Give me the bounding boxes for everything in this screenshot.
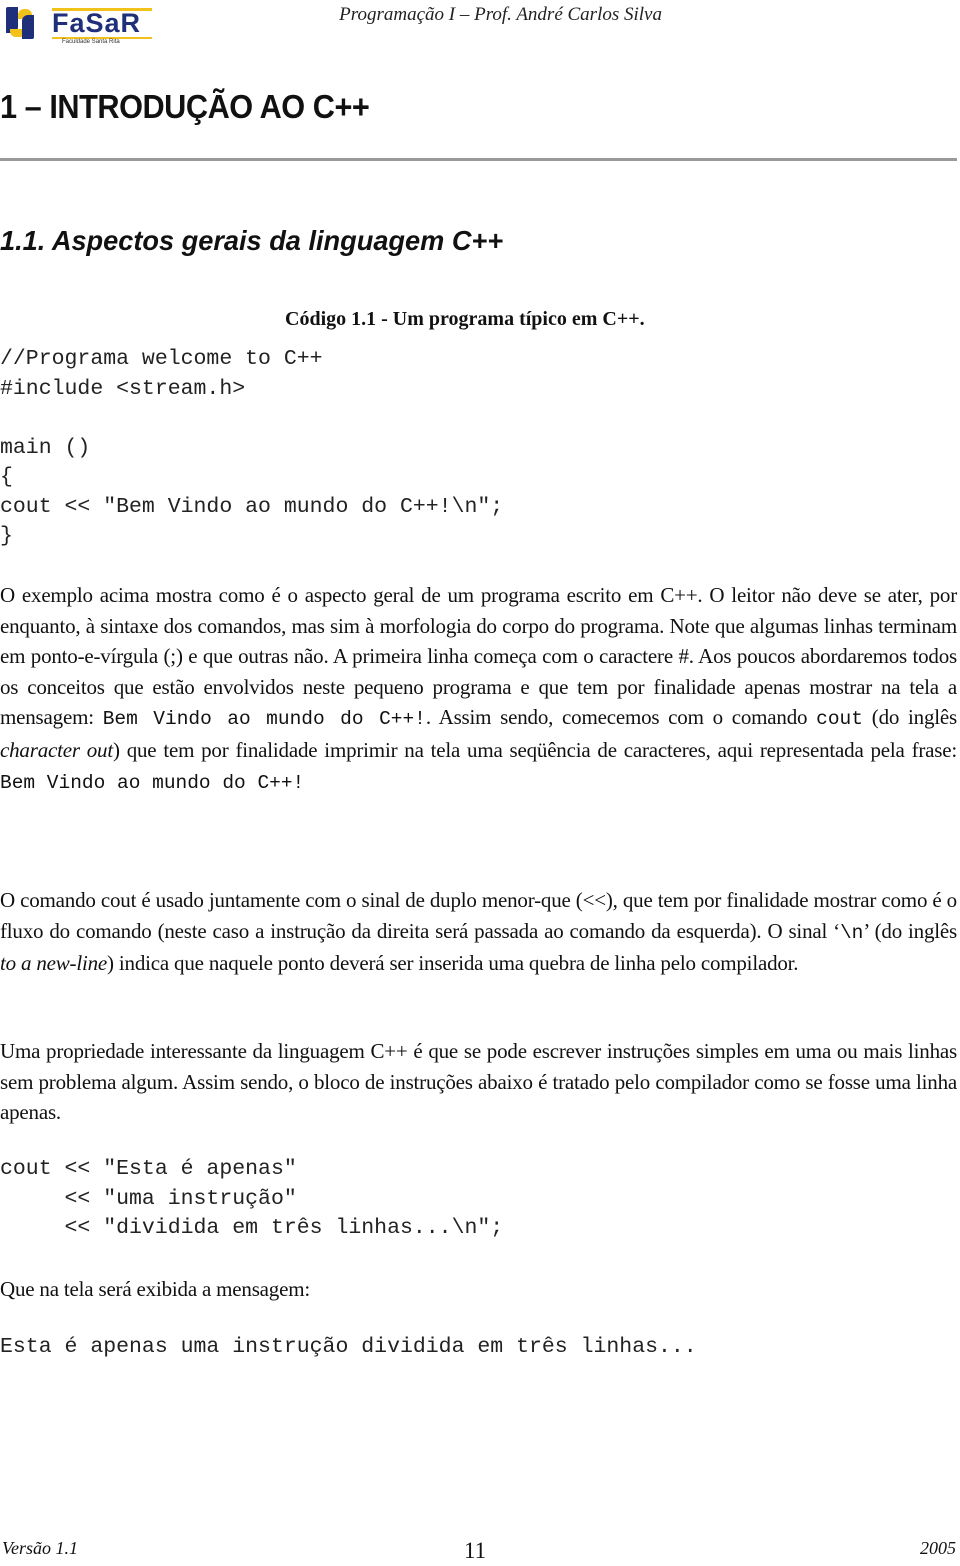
text-run: ) indica que naquele ponto deverá ser in… [107,951,799,976]
fasar-logo: FaSaR Faculdade Santa Rita [4,4,154,45]
inline-code: Bem Vindo ao mundo do C++! [102,708,426,731]
text-run: ) que tem por finalidade imprimir na tel… [113,737,957,762]
logo-mark-icon [6,7,36,39]
paragraph-output-intro: Que na tela será exibida a mensagem: [0,1277,310,1301]
code-line: cout << "Bem Vindo ao mundo do C++!\n"; [0,494,504,519]
paragraph-cout: O comando cout é usado juntamente com o … [0,885,957,979]
italic-term: character out [0,737,113,762]
code-line: { [0,465,13,489]
italic-term: to a new-line [0,951,108,976]
code-caption: Código 1.1 - Um programa típico em C++. [285,308,645,330]
code-listing-multiline: cout << "Esta é apenas" << "uma instruçã… [0,1155,503,1244]
code-line: << "uma instrução" [0,1186,297,1211]
logo-name: FaSaR [52,8,142,38]
footer-version: Versão 1.1 [2,1538,78,1558]
code-line: main () [0,435,91,460]
code-line: cout << "Esta é apenas" [0,1157,297,1181]
code-line: #include <stream.h> [0,376,246,401]
code-line: //Programa welcome to C++ [0,347,323,371]
text-run: . Assim sendo, comecemos com o comando [425,705,817,730]
footer-year: 2005 [920,1538,956,1558]
code-line: << "dividida em três linhas...\n"; [0,1216,504,1240]
text-run: ’ (do inglês [863,918,957,943]
code-line: } [0,524,13,548]
section-title: 1.1. Aspectos gerais da linguagem C++ [0,225,504,256]
logo-subtitle: Faculdade Santa Rita [62,39,120,45]
program-output: Esta é apenas uma instrução dividida em … [0,1335,697,1359]
paragraph-intro: O exemplo acima mostra como é o aspecto … [0,580,957,798]
text-run: O comando cout é usado juntamente com o … [0,888,957,943]
inline-code: cout [816,708,863,731]
course-title: Programação I – Prof. André Carlos Silva [339,4,662,25]
inline-code: Bem Vindo ao mundo do C++! [0,771,305,794]
code-listing: //Programa welcome to C++ #include <stre… [0,345,503,552]
text-run: (do inglês [862,705,957,730]
inline-code: \n [839,921,864,944]
chapter-divider [0,158,957,161]
page-number: 11 [464,1538,487,1563]
chapter-title: 1 – INTRODUÇÃO AO C++ [0,88,370,125]
paragraph-multiline: Uma propriedade interessante da linguage… [0,1039,957,1125]
